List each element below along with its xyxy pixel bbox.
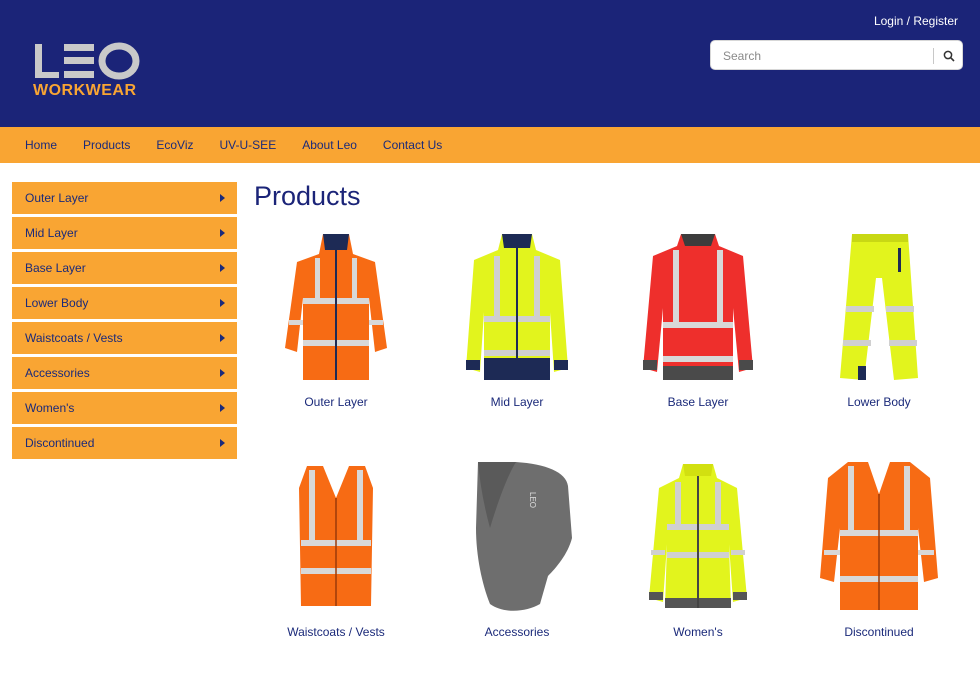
sidebar-item-label: Outer Layer bbox=[25, 191, 89, 205]
site-header: Login / Register WORKWEAR bbox=[0, 0, 980, 127]
product-card-outer-layer[interactable]: Outer Layer bbox=[255, 228, 417, 418]
product-caption: Outer Layer bbox=[304, 395, 368, 409]
sidebar-item-discontinued[interactable]: Discontinued bbox=[12, 427, 237, 459]
sidebar-item-base-layer[interactable]: Base Layer bbox=[12, 252, 237, 284]
caret-right-icon bbox=[220, 334, 225, 342]
product-card-waistcoats-vests[interactable]: Waistcoats / Vests bbox=[255, 458, 417, 648]
sidebar-item-label: Women's bbox=[25, 401, 75, 415]
orange-jacket-icon bbox=[285, 234, 387, 380]
product-card-base-layer[interactable]: Base Layer bbox=[617, 228, 779, 418]
caret-right-icon bbox=[220, 299, 225, 307]
orange-sleeved-vest-icon bbox=[820, 462, 938, 610]
sidebar-item-accessories[interactable]: Accessories bbox=[12, 357, 237, 389]
product-card-lower-body[interactable]: Lower Body bbox=[798, 228, 960, 418]
sidebar-item-lower-body[interactable]: Lower Body bbox=[12, 287, 237, 319]
product-card-accessories[interactable]: LEO Accessories bbox=[436, 458, 598, 648]
page-title: Products bbox=[254, 181, 361, 211]
sidebar-item-outer-layer[interactable]: Outer Layer bbox=[12, 182, 237, 214]
sidebar-item-label: Discontinued bbox=[25, 436, 95, 450]
caret-right-icon bbox=[220, 439, 225, 447]
nav-item-products[interactable]: Products bbox=[83, 138, 130, 152]
leo-logo-letters-icon bbox=[35, 42, 140, 80]
product-card-discontinued[interactable]: Discontinued bbox=[798, 458, 960, 648]
nav-item-ecoviz[interactable]: EcoViz bbox=[156, 138, 193, 152]
orange-vest-icon bbox=[299, 466, 373, 606]
sidebar-item-label: Accessories bbox=[25, 366, 90, 380]
sidebar-item-mid-layer[interactable]: Mid Layer bbox=[12, 217, 237, 249]
sidebar-item-label: Lower Body bbox=[25, 296, 89, 310]
search-icon bbox=[943, 50, 955, 62]
leo-workwear-logo[interactable]: WORKWEAR bbox=[33, 42, 143, 102]
caret-right-icon bbox=[220, 404, 225, 412]
nav-item-about-leo[interactable]: About Leo bbox=[302, 138, 357, 152]
yellow-softshell-icon bbox=[466, 234, 568, 380]
product-card-mid-layer[interactable]: Mid Layer bbox=[436, 228, 598, 418]
sidebar-item-waistcoats-vests[interactable]: Waistcoats / Vests bbox=[12, 322, 237, 354]
logo-subtext: WORKWEAR bbox=[33, 82, 137, 99]
product-caption: Discontinued bbox=[844, 625, 914, 639]
grey-snood-icon: LEO bbox=[476, 462, 572, 611]
caret-right-icon bbox=[220, 229, 225, 237]
search-button[interactable] bbox=[939, 47, 959, 65]
search-divider bbox=[933, 48, 934, 64]
main-nav: Home Products EcoViz UV-U-SEE About Leo … bbox=[0, 127, 980, 163]
red-polo-icon bbox=[643, 234, 753, 380]
svg-text:LEO: LEO bbox=[528, 492, 537, 508]
caret-right-icon bbox=[220, 264, 225, 272]
nav-item-uv-u-see[interactable]: UV-U-SEE bbox=[220, 138, 277, 152]
search-input[interactable] bbox=[723, 47, 923, 65]
yellow-womens-jacket-icon bbox=[649, 464, 747, 608]
search-box bbox=[710, 40, 963, 70]
yellow-trousers-icon bbox=[840, 234, 918, 380]
product-grid: Outer Layer Mid Layer Base Layer Lower B… bbox=[255, 228, 980, 648]
sidebar-item-womens[interactable]: Women's bbox=[12, 392, 237, 424]
product-caption: Accessories bbox=[484, 625, 550, 639]
sidebar-item-label: Mid Layer bbox=[25, 226, 78, 240]
sidebar-item-label: Base Layer bbox=[25, 261, 86, 275]
product-caption: Lower Body bbox=[847, 395, 911, 409]
product-caption: Women's bbox=[673, 625, 723, 639]
caret-right-icon bbox=[220, 369, 225, 377]
product-caption: Mid Layer bbox=[490, 395, 544, 409]
login-register-link[interactable]: Login / Register bbox=[874, 14, 958, 28]
category-sidebar: Outer Layer Mid Layer Base Layer Lower B… bbox=[12, 182, 237, 462]
nav-item-contact-us[interactable]: Contact Us bbox=[383, 138, 442, 152]
product-caption: Base Layer bbox=[667, 395, 729, 409]
sidebar-item-label: Waistcoats / Vests bbox=[25, 331, 123, 345]
nav-item-home[interactable]: Home bbox=[25, 138, 57, 152]
product-caption: Waistcoats / Vests bbox=[287, 625, 385, 639]
product-card-womens[interactable]: Women's bbox=[617, 458, 779, 648]
caret-right-icon bbox=[220, 194, 225, 202]
